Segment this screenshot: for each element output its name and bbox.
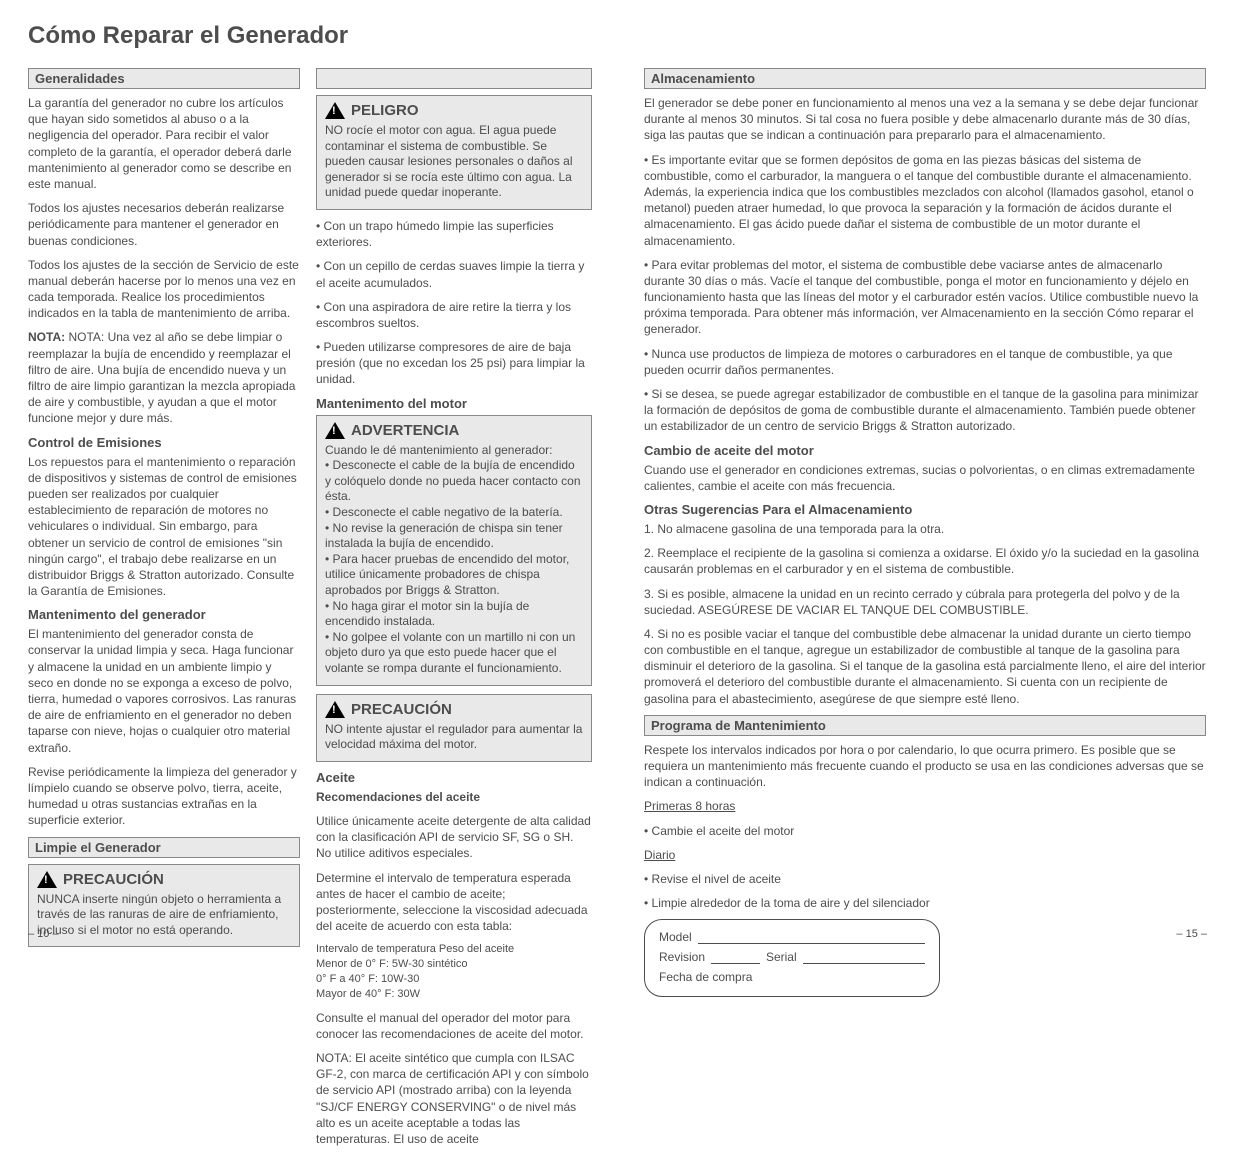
- text: La garantía del generador no cubre los a…: [28, 95, 300, 192]
- oil-table: Intervalo de temperatura Peso del aceite…: [316, 942, 592, 1001]
- footer: – 10 – – 15 –: [28, 928, 1207, 940]
- oil-rec-head: Recomendaciones del aceite: [316, 789, 592, 805]
- text: El generador se debe poner en funcionami…: [644, 95, 1206, 144]
- page-title: Cómo Reparar el Generador: [28, 22, 348, 50]
- bullet: • Con un trapo húmedo limpie las superfi…: [316, 218, 592, 250]
- bullet: • Pueden utilizarse compresores de aire …: [316, 339, 592, 388]
- section-header-col2: [316, 68, 592, 89]
- record-label-date: Fecha de compra: [659, 970, 752, 984]
- warning-icon: [37, 871, 57, 888]
- subhead-mantenimiento-motor: Mantenimento del motor: [316, 396, 592, 411]
- alert-word: ADVERTENCIA: [351, 422, 459, 439]
- warning-icon: [325, 422, 345, 439]
- warning-icon: [325, 102, 345, 119]
- text: Respete los intervalos indicados por hor…: [644, 742, 1206, 791]
- section-header-almacenamiento: Almacenamiento: [644, 68, 1206, 89]
- numbered: 1. No almacene gasolina de una temporada…: [644, 521, 1206, 537]
- bullet: • Es importante evitar que se formen dep…: [644, 152, 1206, 249]
- bullet: • Con un cepillo de cerdas suaves limpie…: [316, 258, 592, 290]
- bullet: • Si se desea, se puede agregar estabili…: [644, 386, 1206, 435]
- sched-interval: Diario: [644, 847, 1206, 863]
- bullet: • Con una aspiradora de aire retire la t…: [316, 299, 592, 331]
- text: Revise periódicamente la limpieza del ge…: [28, 764, 300, 829]
- numbered: 3. Si es posible, almacene la unidad en …: [644, 586, 1206, 618]
- record-rule: [803, 952, 925, 964]
- text: Todos los ajustes necesarios deberán rea…: [28, 200, 300, 249]
- bullet: • Para evitar problemas del motor, el si…: [644, 257, 1206, 338]
- section-header-limpie: Limpie el Generador: [28, 837, 300, 858]
- column-1: Generalidades La garantía del generador …: [28, 68, 300, 955]
- alert-word: PELIGRO: [351, 102, 419, 119]
- section-header-programa: Programa de Mantenimiento: [644, 715, 1206, 736]
- text-note: NOTA: El aceite sintético que cumpla con…: [316, 1050, 592, 1147]
- text: Los repuestos para el mantenimiento o re…: [28, 454, 300, 600]
- page-number-left: – 10 –: [28, 928, 59, 940]
- column-2: PELIGRO NO rocíe el motor con agua. El a…: [316, 68, 592, 1155]
- alert-word: PRECAUCIÓN: [351, 701, 452, 718]
- column-3: Almacenamiento El generador se debe pone…: [644, 68, 1206, 997]
- sched-item: • Cambie el aceite del motor: [644, 823, 1206, 839]
- alert-advertencia: ADVERTENCIA Cuando le dé mantenimiento a…: [316, 415, 592, 686]
- numbered: 4. Si no es posible vaciar el tanque del…: [644, 626, 1206, 707]
- alert-text: NO intente ajustar el regulador para aum…: [325, 722, 583, 753]
- bullet: • Nunca use productos de limpieza de mot…: [644, 346, 1206, 378]
- text: El mantenimiento del generador consta de…: [28, 626, 300, 756]
- text-note: NOTA: NOTA: Una vez al año se debe limpi…: [28, 329, 300, 426]
- text: Utilice únicamente aceite detergente de …: [316, 813, 592, 862]
- alert-text: Cuando le dé mantenimiento al generador:…: [325, 443, 583, 677]
- sched-item: • Revise el nivel de aceite: [644, 871, 1206, 887]
- text: Determine el intervalo de temperatura es…: [316, 870, 592, 935]
- text: Cuando use el generador en condiciones e…: [644, 462, 1206, 494]
- subhead-otras-sugerencias: Otras Sugerencias Para el Almacenamiento: [644, 502, 1206, 517]
- subhead-aceite: Aceite: [316, 770, 592, 785]
- subhead-mantenimiento-generador: Mantenimento del generador: [28, 607, 300, 622]
- text: Todos los ajustes de la sección de Servi…: [28, 257, 300, 322]
- record-label-revision: Revision: [659, 950, 705, 964]
- record-rule: [711, 952, 760, 964]
- subhead-emisiones: Control de Emisiones: [28, 435, 300, 450]
- section-header-generales: Generalidades: [28, 68, 300, 89]
- numbered: 2. Reemplace el recipiente de la gasolin…: [644, 545, 1206, 577]
- sched-interval: Primeras 8 horas: [644, 798, 1206, 814]
- alert-text: NO rocíe el motor con agua. El agua pued…: [325, 123, 583, 201]
- alert-peligro: PELIGRO NO rocíe el motor con agua. El a…: [316, 95, 592, 210]
- sched-item: • Limpie alrededor de la toma de aire y …: [644, 895, 1206, 911]
- text: Consulte el manual del operador del moto…: [316, 1010, 592, 1042]
- record-label-serial: Serial: [766, 950, 797, 964]
- alert-precaucion-2: PRECAUCIÓN NO intente ajustar el regulad…: [316, 694, 592, 762]
- page-number-right: – 15 –: [1176, 928, 1207, 940]
- subhead-cambio-aceite: Cambio de aceite del motor: [644, 443, 1206, 458]
- warning-icon: [325, 701, 345, 718]
- alert-word: PRECAUCIÓN: [63, 871, 164, 888]
